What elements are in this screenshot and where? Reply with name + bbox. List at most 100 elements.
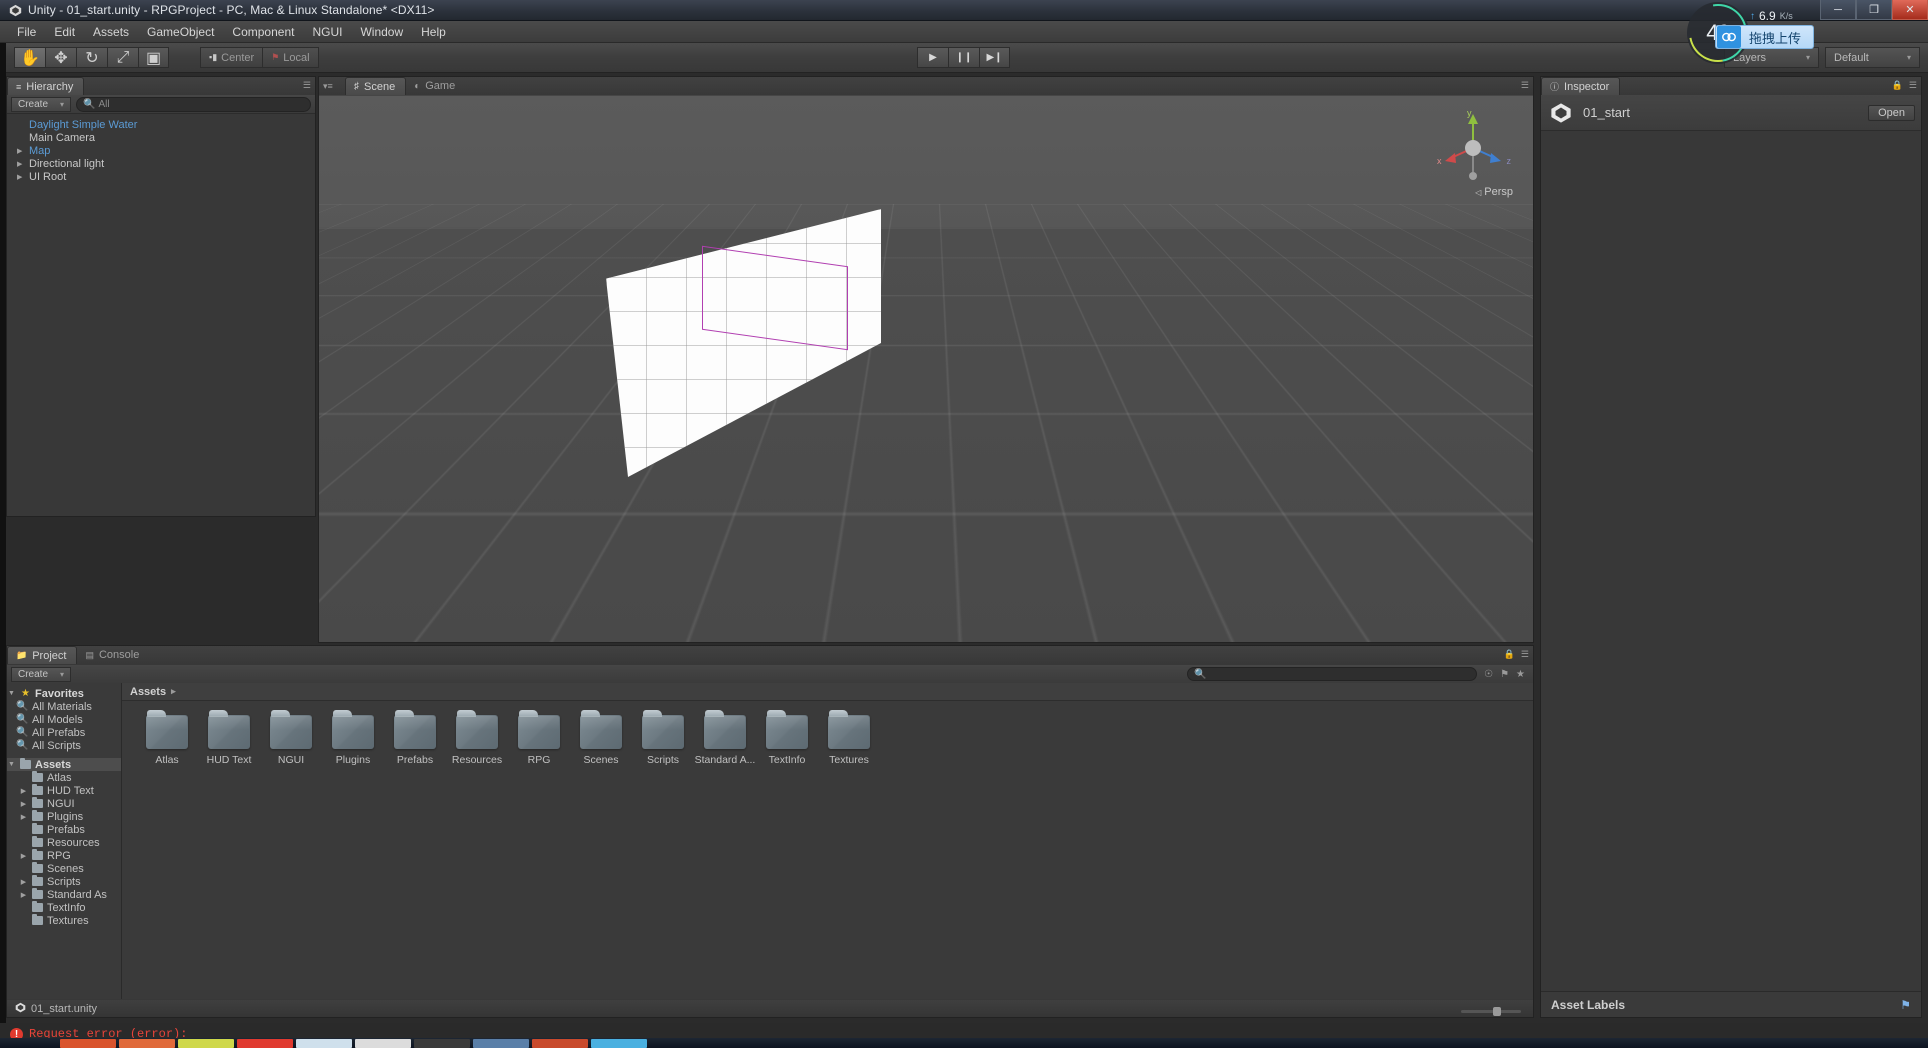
tree-folder-ngui[interactable]: ▶ NGUI	[7, 797, 121, 810]
tree-favorites-group[interactable]: ▼ ★ Favorites	[7, 687, 121, 700]
menu-help[interactable]: Help	[412, 23, 455, 41]
hierarchy-search-input[interactable]: 🔍 All	[76, 97, 311, 112]
tree-folder-scenes[interactable]: Scenes	[7, 862, 121, 875]
tag-icon[interactable]: ⚑	[1900, 998, 1911, 1012]
lock-icon[interactable]: 🔒	[1892, 80, 1903, 91]
asset-folder-resources[interactable]: Resources	[446, 715, 508, 766]
menu-component[interactable]: Component	[223, 23, 303, 41]
asset-folder-rpg[interactable]: RPG	[508, 715, 570, 766]
panel-menu-icon[interactable]: ▾≡	[323, 81, 333, 92]
tab-console[interactable]: ▤ Console	[77, 646, 149, 664]
filter-by-label-icon[interactable]: ⚑	[1500, 669, 1509, 680]
asset-folder-standard-assets[interactable]: Standard A...	[694, 715, 756, 766]
filter-by-type-icon[interactable]: ☉	[1484, 669, 1493, 680]
taskbar-item[interactable]	[532, 1039, 588, 1048]
taskbar-item[interactable]	[237, 1039, 293, 1048]
favorite-star-icon[interactable]: ★	[1516, 669, 1525, 680]
asset-folder-ngui[interactable]: NGUI	[260, 715, 322, 766]
taskbar-item[interactable]	[473, 1039, 529, 1048]
menu-file[interactable]: File	[8, 23, 45, 41]
collapse-arrow-icon[interactable]: ▼	[7, 761, 16, 768]
tree-folder-hud-text[interactable]: ▶ HUD Text	[7, 784, 121, 797]
menu-ngui[interactable]: NGUI	[303, 23, 351, 41]
tree-all-models[interactable]: 🔍 All Models	[7, 713, 121, 726]
move-tool-icon[interactable]: ✥	[45, 47, 76, 68]
tree-folder-plugins[interactable]: ▶ Plugins	[7, 810, 121, 823]
menu-edit[interactable]: Edit	[45, 23, 84, 41]
tree-folder-scripts[interactable]: ▶ Scripts	[7, 875, 121, 888]
tree-folder-standard-assets[interactable]: ▶ Standard As	[7, 888, 121, 901]
lock-icon[interactable]: 🔒	[1504, 649, 1515, 660]
taskbar-item[interactable]	[119, 1039, 175, 1048]
close-button[interactable]: ✕	[1892, 0, 1928, 20]
taskbar-item[interactable]	[178, 1039, 234, 1048]
hamburger-icon[interactable]: ☰	[1909, 80, 1917, 91]
hierarchy-create-button[interactable]: Create ▾	[11, 97, 71, 112]
expand-arrow-icon[interactable]: ▶	[17, 147, 26, 155]
drag-upload-tooltip[interactable]: 拖拽上传	[1715, 25, 1814, 49]
expand-arrow-icon[interactable]: ▶	[17, 160, 26, 168]
scene-viewport[interactable]: y x z ◁ Persp	[319, 96, 1533, 642]
tree-assets-root[interactable]: ▼ Assets	[7, 758, 121, 771]
step-button[interactable]: ▶❙	[979, 47, 1010, 68]
scene-view-gizmo[interactable]: y x z	[1441, 108, 1505, 188]
asset-folder-prefabs[interactable]: Prefabs	[384, 715, 446, 766]
asset-folder-plugins[interactable]: Plugins	[322, 715, 384, 766]
asset-folder-hud-text[interactable]: HUD Text	[198, 715, 260, 766]
open-button[interactable]: Open	[1868, 105, 1915, 121]
expand-arrow-icon[interactable]: ▶	[17, 173, 26, 181]
tree-folder-prefabs[interactable]: Prefabs	[7, 823, 121, 836]
tree-all-materials[interactable]: 🔍 All Materials	[7, 700, 121, 713]
menu-window[interactable]: Window	[351, 23, 412, 41]
taskbar-item[interactable]	[355, 1039, 411, 1048]
asset-folder-scripts[interactable]: Scripts	[632, 715, 694, 766]
zoom-slider-knob[interactable]	[1493, 1007, 1501, 1016]
hierarchy-item-main-camera[interactable]: Main Camera	[7, 131, 315, 144]
rotation-mode-button[interactable]: ⚑ Local	[262, 47, 318, 68]
asset-folder-atlas[interactable]: Atlas	[136, 715, 198, 766]
breadcrumb-assets[interactable]: Assets	[130, 686, 166, 698]
asset-folder-textinfo[interactable]: TextInfo	[756, 715, 818, 766]
rect-tool-icon[interactable]: ▣	[138, 47, 169, 68]
tree-folder-rpg[interactable]: ▶ RPG	[7, 849, 121, 862]
collapse-arrow-icon[interactable]: ▼	[7, 690, 16, 697]
project-create-button[interactable]: Create ▾	[11, 667, 71, 682]
tree-folder-textures[interactable]: Textures	[7, 914, 121, 927]
taskbar-item[interactable]	[60, 1039, 116, 1048]
asset-folder-scenes[interactable]: Scenes	[570, 715, 632, 766]
tree-folder-resources[interactable]: Resources	[7, 836, 121, 849]
tree-all-prefabs[interactable]: 🔍 All Prefabs	[7, 726, 121, 739]
project-search-input[interactable]: 🔍	[1187, 667, 1477, 681]
taskbar-item[interactable]	[414, 1039, 470, 1048]
pivot-mode-button[interactable]: ▪▮ Center	[200, 47, 262, 68]
tree-all-scripts[interactable]: 🔍 All Scripts	[7, 739, 121, 752]
hierarchy-item-daylight-simple-water[interactable]: Daylight Simple Water	[7, 118, 315, 131]
tab-hierarchy[interactable]: ≡ Hierarchy	[7, 77, 84, 95]
taskbar-item[interactable]	[591, 1039, 647, 1048]
camera-projection-label[interactable]: ◁ Persp	[1475, 186, 1513, 198]
hierarchy-item-map[interactable]: ▶ Map	[7, 144, 315, 157]
play-button[interactable]: ▶	[917, 47, 948, 68]
menu-assets[interactable]: Assets	[84, 23, 138, 41]
expand-arrow-icon[interactable]: ▶	[19, 800, 28, 808]
hierarchy-item-ui-root[interactable]: ▶ UI Root	[7, 170, 315, 183]
maximize-button[interactable]: ❐	[1856, 0, 1892, 20]
expand-arrow-icon[interactable]: ▶	[19, 852, 28, 860]
hamburger-icon[interactable]: ☰	[1521, 649, 1529, 660]
tab-game[interactable]: ◐ Game	[406, 77, 465, 95]
minimize-button[interactable]: ─	[1820, 0, 1856, 20]
expand-arrow-icon[interactable]: ▶	[19, 878, 28, 886]
layout-dropdown[interactable]: Default ▾	[1825, 47, 1920, 68]
zoom-slider[interactable]	[1461, 1010, 1521, 1013]
menu-gameobject[interactable]: GameObject	[138, 23, 223, 41]
tab-project[interactable]: 📁 Project	[7, 646, 77, 664]
rotate-tool-icon[interactable]: ↻	[76, 47, 107, 68]
tree-folder-atlas[interactable]: Atlas	[7, 771, 121, 784]
tab-inspector[interactable]: ⓘ Inspector	[1541, 77, 1620, 95]
asset-folder-textures[interactable]: Textures	[818, 715, 880, 766]
hamburger-icon[interactable]: ☰	[1521, 80, 1529, 91]
scale-tool-icon[interactable]: ⤢	[107, 47, 138, 68]
taskbar-item[interactable]	[296, 1039, 352, 1048]
expand-arrow-icon[interactable]: ▶	[19, 891, 28, 899]
expand-arrow-icon[interactable]: ▶	[19, 787, 28, 795]
